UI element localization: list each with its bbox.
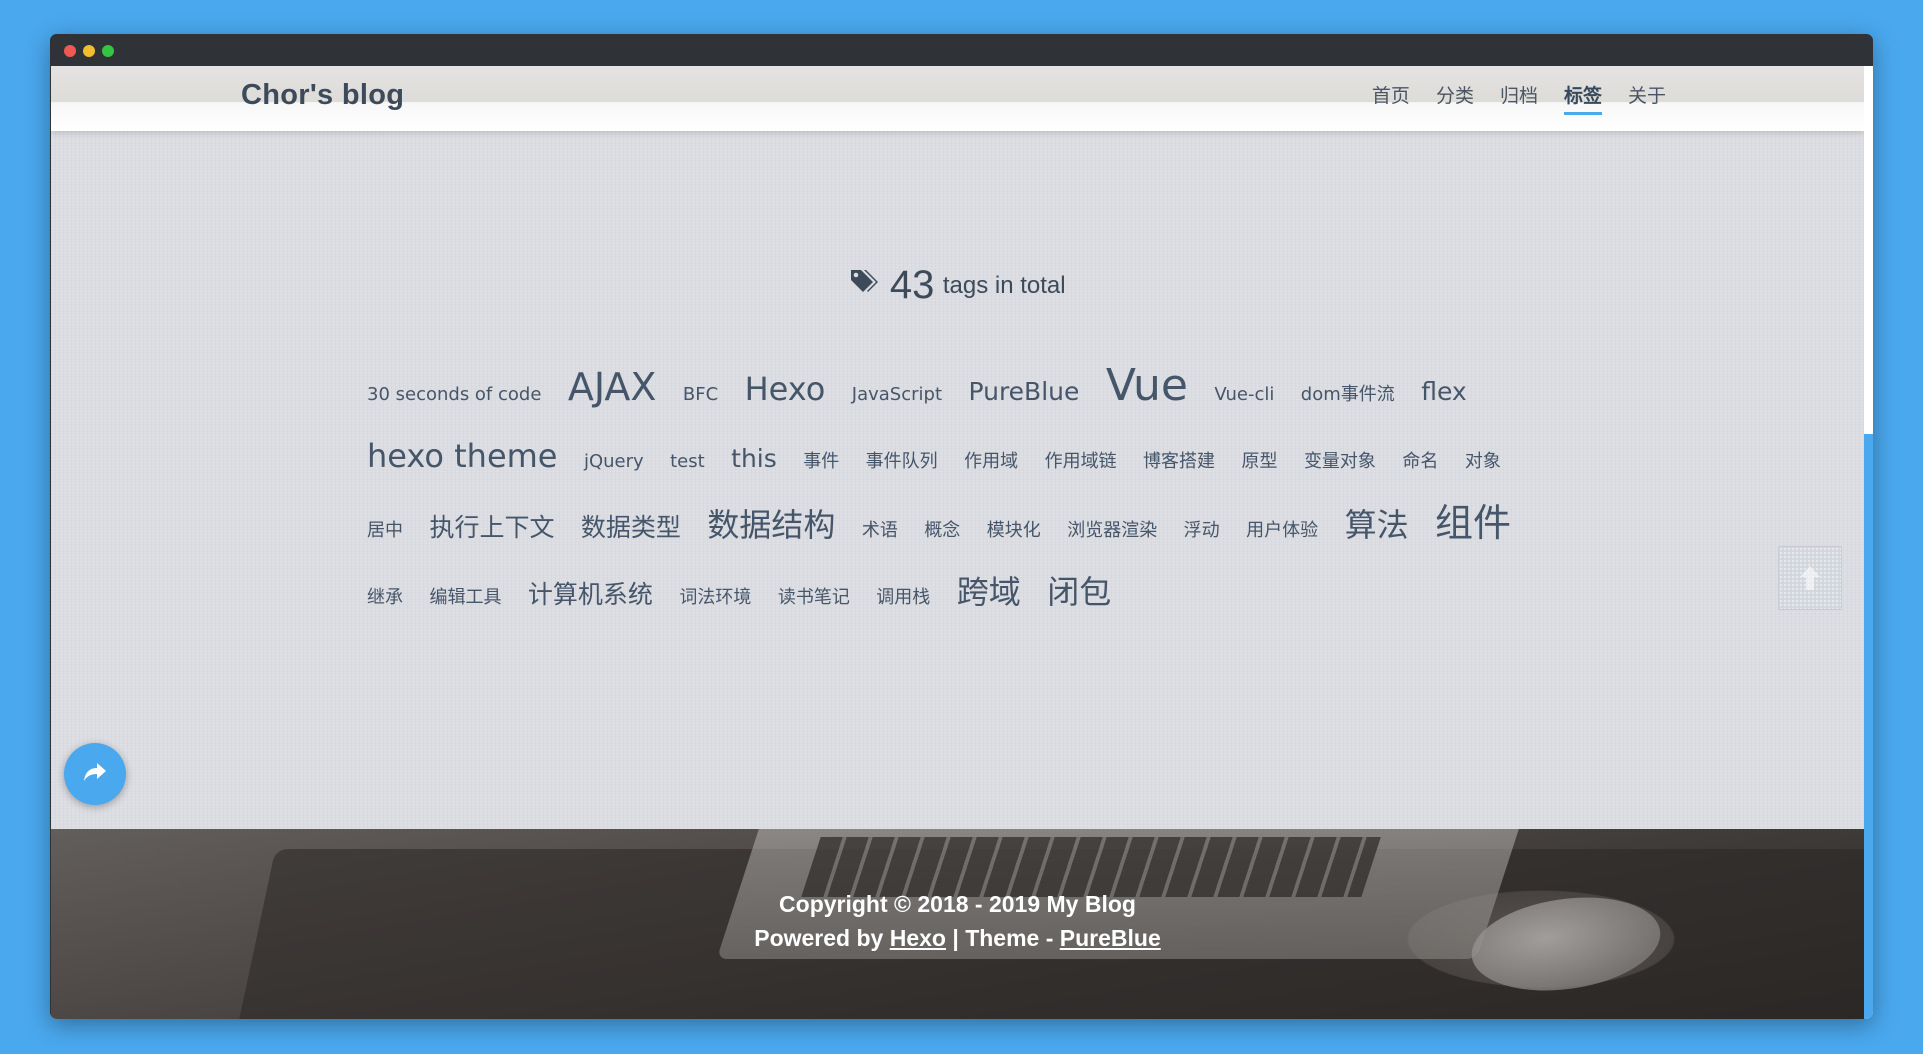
browser-window: Chor's blog 首页 分类 归档 标签 关于 43 tags in to… (50, 34, 1873, 1019)
tag-link[interactable]: 原型 (1241, 432, 1277, 492)
footer-copyright: Copyright © 2018 - 2019 My Blog (779, 891, 1136, 917)
tag-link[interactable]: Vue-cli (1214, 365, 1274, 425)
tags-count: 43 (889, 263, 935, 307)
tag-link[interactable]: hexo theme (367, 426, 557, 486)
tag-link[interactable]: 浏览器渲染 (1067, 501, 1157, 561)
footer-keyboard-shape (801, 837, 1381, 897)
tag-link[interactable]: 闭包 (1047, 562, 1111, 622)
nav-item-tags[interactable]: 标签 (1563, 81, 1602, 115)
tag-link[interactable]: 作用域链 (1045, 432, 1117, 492)
share-button[interactable] (64, 743, 126, 805)
main-nav: 首页 分类 归档 标签 关于 (1346, 81, 1666, 115)
back-to-top-button[interactable] (1778, 546, 1842, 610)
tag-link[interactable]: 命名 (1402, 432, 1438, 492)
site-brand[interactable]: Chor's blog (241, 79, 404, 112)
footer-powered-prefix: Powered by (754, 925, 884, 951)
tag-link[interactable]: 数据结构 (707, 495, 835, 555)
nav-item-archives[interactable]: 归档 (1500, 81, 1538, 115)
share-icon (82, 761, 108, 788)
tag-link[interactable]: 读书笔记 (778, 568, 850, 628)
nav-item-about[interactable]: 关于 (1628, 81, 1666, 115)
tag-link[interactable]: 作用域 (964, 432, 1018, 492)
tag-link[interactable]: 博客搭建 (1143, 432, 1215, 492)
tag-link[interactable]: 概念 (924, 501, 960, 561)
tags-count-heading: 43 tags in total (51, 263, 1864, 308)
window-titlebar (50, 34, 1873, 66)
site-header: Chor's blog 首页 分类 归档 标签 关于 (51, 66, 1864, 131)
tag-link[interactable]: 30 seconds of code (367, 365, 541, 425)
maximize-window-icon[interactable] (102, 45, 114, 57)
arrow-up-icon (1798, 564, 1822, 597)
tag-link[interactable]: PureBlue (968, 362, 1079, 422)
tags-count-label: tags in total (942, 271, 1066, 299)
nav-item-home[interactable]: 首页 (1372, 81, 1410, 115)
tag-link[interactable]: 编辑工具 (429, 568, 501, 628)
tag-link[interactable]: BFC (683, 365, 718, 425)
tag-link[interactable]: Vue (1106, 356, 1188, 416)
minimize-window-icon[interactable] (83, 45, 95, 57)
close-window-icon[interactable] (64, 45, 76, 57)
tag-link[interactable]: 继承 (367, 568, 403, 628)
nav-item-categories[interactable]: 分类 (1436, 81, 1474, 115)
tag-link[interactable]: Hexo (745, 359, 826, 419)
tag-link[interactable]: test (670, 432, 705, 492)
page-viewport: Chor's blog 首页 分类 归档 标签 关于 43 tags in to… (51, 66, 1864, 1019)
footer-powered: Powered by Hexo | Theme - PureBlue (51, 925, 1864, 952)
scrollbar-thumb[interactable] (1864, 434, 1873, 1019)
tags-main-section: Chor's blog 首页 分类 归档 标签 关于 43 tags in to… (51, 66, 1864, 829)
tag-link[interactable]: dom事件流 (1301, 365, 1395, 425)
tag-link[interactable]: flex (1421, 362, 1466, 422)
tag-link[interactable]: AJAX (568, 357, 657, 417)
footer-theme-separator: | Theme - (945, 925, 1060, 951)
tag-link[interactable]: 执行上下文 (429, 498, 554, 558)
tag-link[interactable]: 算法 (1345, 495, 1409, 555)
tag-link[interactable]: 数据类型 (581, 498, 681, 558)
tag-link[interactable]: 词法环境 (679, 568, 751, 628)
tag-link[interactable]: 变量对象 (1304, 432, 1376, 492)
tag-link[interactable]: 事件队列 (866, 432, 938, 492)
tag-link[interactable]: 调用栈 (876, 568, 930, 628)
tag-link[interactable]: 计算机系统 (528, 565, 653, 625)
tag-link[interactable]: JavaScript (852, 365, 942, 425)
tag-link[interactable]: 事件 (803, 432, 839, 492)
pureblue-link[interactable]: PureBlue (1060, 925, 1161, 951)
tag-link[interactable]: this (731, 429, 777, 489)
tag-link[interactable]: 跨域 (957, 562, 1021, 622)
tag-link[interactable]: 模块化 (987, 501, 1041, 561)
tag-link[interactable]: 居中 (367, 501, 403, 561)
tag-link[interactable]: jQuery (584, 432, 644, 492)
tag-link[interactable]: 浮动 (1184, 501, 1220, 561)
tags-icon (849, 268, 879, 297)
tag-cloud: 30 seconds of code AJAX BFC Hexo JavaScr… (367, 356, 1547, 629)
tag-link[interactable]: 用户体验 (1246, 501, 1318, 561)
tag-link[interactable]: 组件 (1435, 493, 1511, 553)
tag-link[interactable]: 术语 (862, 501, 898, 561)
hexo-link[interactable]: Hexo (890, 925, 946, 951)
site-footer: Copyright © 2018 - 2019 My Blog Powered … (51, 829, 1864, 1019)
tag-link[interactable]: 对象 (1465, 432, 1501, 492)
